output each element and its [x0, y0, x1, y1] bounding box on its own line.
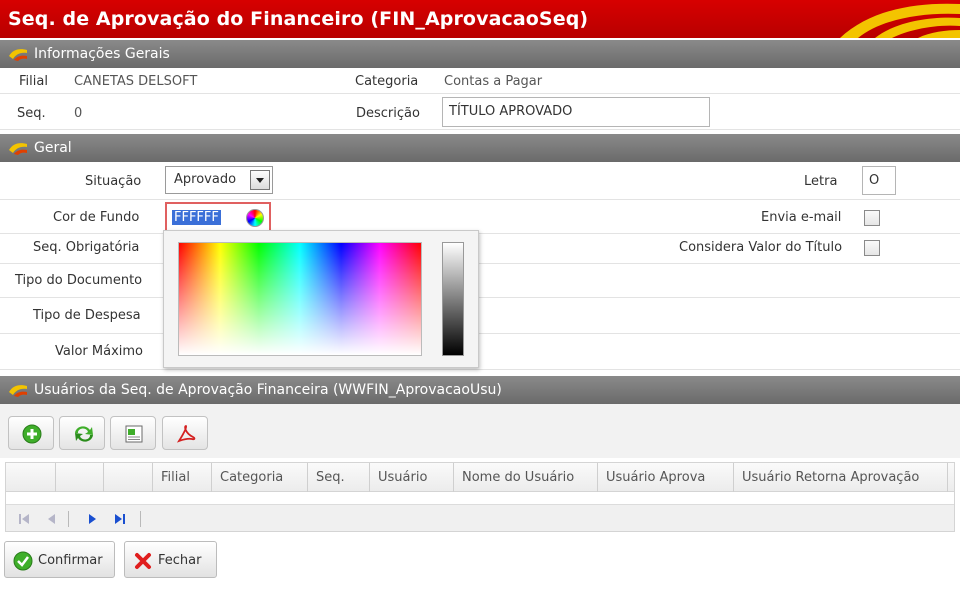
grid-header-filial[interactable]: Filial	[153, 463, 212, 492]
grid-header-blank	[104, 463, 153, 492]
add-icon	[22, 424, 42, 444]
grid-header-nome-usuario[interactable]: Nome do Usuário	[454, 463, 598, 492]
confirm-label: Confirmar	[38, 553, 103, 568]
filial-label: Filial	[19, 74, 48, 89]
descricao-label: Descrição	[356, 106, 420, 121]
close-button[interactable]: Fechar	[124, 541, 217, 578]
grid-header-usuario-retorna[interactable]: Usuário Retorna Aprovação	[734, 463, 948, 492]
pager-separator	[68, 511, 69, 527]
valor-max-label: Valor Máximo	[55, 344, 143, 359]
prev-page-icon[interactable]	[44, 511, 60, 527]
filial-value: CANETAS DELSOFT	[74, 74, 198, 89]
excel-icon	[125, 425, 143, 443]
grid-header-seq[interactable]: Seq.	[308, 463, 370, 492]
seq-obrig-label: Seq. Obrigatória	[33, 240, 140, 255]
refresh-icon	[75, 426, 93, 442]
grid-header-blank	[56, 463, 104, 492]
window-title-bar: Seq. de Aprovação do Financeiro (FIN_Apr…	[0, 0, 960, 38]
next-page-icon[interactable]	[84, 511, 100, 527]
considera-label: Considera Valor do Título	[679, 240, 843, 255]
section-header-info[interactable]: Informações Gerais	[0, 40, 960, 68]
color-wheel-icon[interactable]	[246, 209, 264, 227]
section-title-usuarios: Usuários da Seq. de Aprovação Financeira…	[34, 382, 502, 398]
cor-label: Cor de Fundo	[53, 210, 140, 225]
seq-label: Seq.	[17, 106, 46, 121]
descricao-field[interactable]: TÍTULO APROVADO	[442, 97, 710, 127]
grid-header: Filial Categoria Seq. Usuário Nome do Us…	[6, 463, 954, 492]
geral-row-valor-max: Valor Máximo	[0, 334, 960, 370]
section-header-geral[interactable]: Geral	[0, 134, 960, 162]
dropdown-arrow-icon[interactable]	[250, 170, 270, 190]
envia-label: Envia e-mail	[761, 210, 842, 225]
lightness-slider[interactable]	[442, 242, 464, 356]
geral-row-seq-obrig: Seq. Obrigatória Considera Valor do Títu…	[0, 234, 960, 264]
pdf-icon	[176, 425, 196, 443]
geral-row-cor: Cor de Fundo Envia e-mail	[0, 200, 960, 234]
section-title-geral: Geral	[34, 140, 72, 156]
section-header-usuarios[interactable]: Usuários da Seq. de Aprovação Financeira…	[0, 376, 960, 404]
export-excel-button[interactable]	[110, 416, 156, 450]
letra-field[interactable]: O	[862, 166, 896, 195]
last-page-icon[interactable]	[112, 511, 128, 527]
confirm-button[interactable]: Confirmar	[4, 541, 115, 578]
color-spectrum[interactable]	[178, 242, 422, 356]
pager-separator	[140, 511, 141, 527]
situacao-label: Situação	[85, 174, 142, 189]
grid-header-usuario-aprova[interactable]: Usuário Aprova	[598, 463, 734, 492]
envia-checkbox[interactable]	[864, 210, 880, 226]
section-logo-icon	[9, 143, 27, 155]
letra-label: Letra	[804, 174, 838, 189]
refresh-button[interactable]	[59, 416, 105, 450]
color-picker-popup	[163, 230, 479, 368]
geral-row-situacao: Situação Aprovado Letra O	[0, 162, 960, 200]
export-pdf-button[interactable]	[162, 416, 208, 450]
grid-header-usuario[interactable]: Usuário	[370, 463, 454, 492]
cor-fundo-field[interactable]: FFFFFF	[165, 202, 271, 232]
tipo-desp-label: Tipo de Despesa	[33, 308, 141, 323]
section-logo-icon	[9, 49, 27, 61]
considera-checkbox[interactable]	[864, 240, 880, 256]
usuarios-grid: Filial Categoria Seq. Usuário Nome do Us…	[5, 462, 955, 532]
grid-pager	[6, 504, 954, 531]
categoria-value: Contas a Pagar	[444, 74, 543, 89]
info-row-1: Filial CANETAS DELSOFT Categoria Contas …	[0, 68, 960, 94]
tipo-doc-label: Tipo do Documento	[15, 273, 143, 288]
first-page-icon[interactable]	[16, 511, 32, 527]
check-icon	[13, 551, 33, 571]
cor-fundo-value[interactable]: FFFFFF	[172, 210, 221, 225]
grid-header-categoria[interactable]: Categoria	[212, 463, 308, 492]
brand-logo-icon	[840, 3, 960, 38]
situacao-select[interactable]: Aprovado	[165, 166, 273, 194]
close-icon	[135, 553, 151, 569]
close-label: Fechar	[158, 553, 202, 568]
categoria-label: Categoria	[355, 74, 419, 89]
section-logo-icon	[9, 385, 27, 397]
add-button[interactable]	[8, 416, 54, 450]
grid-header-blank	[6, 463, 56, 492]
geral-row-tipo-desp: Tipo de Despesa	[0, 298, 960, 334]
seq-value: 0	[74, 106, 83, 121]
window-title: Seq. de Aprovação do Financeiro (FIN_Apr…	[8, 8, 589, 30]
geral-row-tipo-doc: Tipo do Documento	[0, 264, 960, 298]
info-row-2: Seq. 0 Descrição TÍTULO APROVADO	[0, 94, 960, 130]
section-title-info: Informações Gerais	[34, 46, 170, 62]
situacao-value: Aprovado	[174, 172, 237, 187]
